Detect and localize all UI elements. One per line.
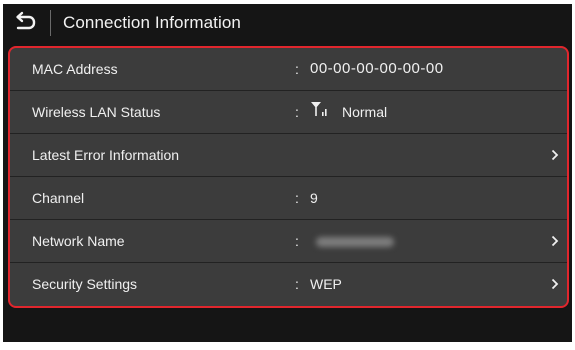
row-label: Channel: [32, 190, 85, 206]
channel-value: 9: [310, 190, 318, 206]
row-label: MAC Address: [32, 61, 118, 77]
row-wireless-lan-status: Wireless LAN Status : Normal: [10, 91, 567, 134]
page-title: Connection Information: [63, 13, 241, 32]
signal-strength-icon: [310, 91, 328, 133]
network-name-value: [310, 220, 394, 262]
row-colon: :: [295, 233, 299, 249]
row-colon: :: [295, 61, 299, 77]
chevron-right-icon: [551, 263, 559, 305]
row-label: Security Settings: [32, 276, 138, 292]
title-divider: [50, 10, 51, 36]
back-arrow-icon: [15, 11, 37, 36]
row-colon: :: [295, 104, 299, 120]
row-colon: :: [295, 276, 299, 292]
row-label: Network Name: [32, 233, 125, 249]
row-colon: :: [295, 190, 299, 206]
redacted-network-name: [316, 237, 394, 248]
wlan-status-value-group: Normal: [310, 91, 387, 133]
mac-address-value: 00-00-00-00-00-00: [310, 60, 444, 77]
row-channel: Channel : 9: [10, 177, 567, 220]
wlan-status-text: Normal: [342, 104, 388, 120]
security-settings-value: WEP: [310, 276, 342, 292]
row-label: Wireless LAN Status: [32, 104, 161, 120]
bottom-bar: [3, 310, 572, 342]
title-bar: Connection Information: [3, 4, 572, 42]
chevron-right-icon: [551, 134, 559, 176]
back-button[interactable]: [3, 4, 49, 42]
row-latest-error-information[interactable]: Latest Error Information: [10, 134, 567, 177]
row-mac-address: MAC Address : 00-00-00-00-00-00: [10, 48, 567, 91]
row-label: Latest Error Information: [32, 147, 180, 163]
row-security-settings[interactable]: Security Settings : WEP: [10, 263, 567, 306]
connection-info-list: MAC Address : 00-00-00-00-00-00 Wireless…: [8, 46, 569, 308]
chevron-right-icon: [551, 220, 559, 262]
connection-info-screen: Connection Information MAC Address : 00-…: [3, 4, 572, 342]
row-network-name[interactable]: Network Name :: [10, 220, 567, 263]
